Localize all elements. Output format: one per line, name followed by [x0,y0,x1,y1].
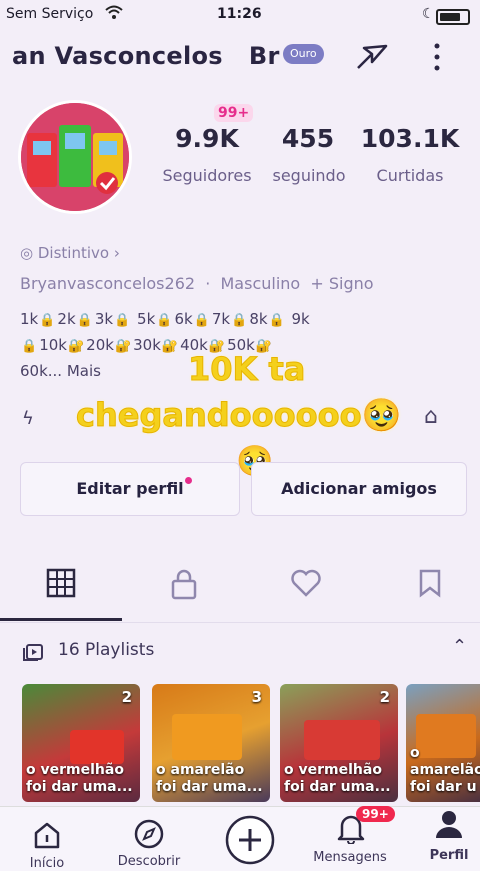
nav-home-label[interactable]: Início [18,856,76,871]
active-tab-indicator [0,618,122,621]
playlist-tile[interactable]: o amarelão foi dar u [406,684,480,802]
messages-badge: 99+ [356,806,395,822]
edit-profile-button[interactable]: Editar perfil [20,462,240,516]
tab-saved[interactable] [412,568,448,604]
tab-videos[interactable] [43,568,79,604]
lock-icon: 🔒 [39,313,56,328]
wifi-icon [104,4,124,24]
compass-icon[interactable] [133,818,165,854]
more-icon[interactable] [430,40,444,74]
playlist-icon [22,642,44,666]
bio-info: Bryanvasconcelos262 · Masculino + Signo [20,274,374,293]
lock-icon: 🔒 [268,313,285,328]
followers-label[interactable]: Seguidores [154,166,260,185]
badge-icon: ◎ [20,244,34,262]
lock-icon: 🔒 [156,313,173,328]
overlay-text-line-1: 10K ta [187,350,306,389]
clock: 11:26 [217,6,262,22]
playlist-tile[interactable]: 2 o vermelhão foi dar uma... [280,684,398,802]
pleading-face-icon: 🥹 [361,396,402,435]
playlist-tile[interactable]: 2 o vermelhão foi dar uma... [22,684,140,802]
followers-count: 9.9K [175,124,239,153]
share-icon[interactable] [354,38,390,74]
nav-messages-label[interactable]: Mensagens [300,850,400,865]
tab-private[interactable] [166,568,202,604]
nav-discover-label[interactable]: Descobrir [106,854,192,869]
dome-icon[interactable]: ⌂ [424,404,438,429]
home-icon[interactable] [32,820,62,854]
following-label[interactable]: seguindo [264,166,354,185]
milestones-row-3: 60k... Mais [20,362,101,380]
moon-icon: ☾ [422,6,435,22]
lock-icon: 🔒 [21,339,38,354]
carrier-label: Sem Serviço [6,6,94,22]
status-bar: Sem Serviço 11:26 ☾ [0,0,480,30]
profile-header: an Vasconcelos Br Ouro [0,34,480,78]
nav-profile-label[interactable]: Perfil [420,848,478,863]
lock-icon: 🔐 [114,339,132,354]
notification-badge: 99+ [214,104,254,122]
profile-icon[interactable] [434,808,464,844]
battery-icon [436,9,470,25]
overlay-text-line-2: chegandoooooo🥹 [76,396,402,435]
lock-icon: 🔒 [76,313,93,328]
badge-link[interactable]: ◎ Distintivo › [20,244,120,262]
chevron-up-icon[interactable]: ⌃ [452,636,467,657]
lock-icon: 🔒 [231,313,248,328]
create-button[interactable] [224,814,276,870]
add-friends-button[interactable]: Adicionar amigos [251,462,467,516]
tier-badge: Ouro [283,44,324,64]
playlist-tile[interactable]: 3 o amarelão foi dar uma... [152,684,270,802]
more-link[interactable]: Mais [67,362,101,380]
milestones-row-1: 1k🔒 2k🔒 3k🔒 5k🔒 6k🔒 7k🔒 8k🔒 9k [20,310,310,328]
lock-icon: 🔐 [161,339,179,354]
playlists-label[interactable]: 16 Playlists [58,640,154,660]
following-count: 455 [281,124,335,153]
lock-icon: 🔒 [114,313,131,328]
tab-liked[interactable] [288,568,324,604]
likes-count: 103.1K [360,124,460,153]
avatar[interactable] [18,100,132,214]
notification-dot [185,477,192,484]
lock-icon: 🔒 [193,313,210,328]
lightning-icon: ϟ [22,408,34,429]
likes-label: Curtidas [376,166,444,185]
lock-icon: 🔐 [67,339,85,354]
chevron-right-icon: › [113,244,120,262]
profile-name: an Vasconcelos Br [12,42,280,70]
